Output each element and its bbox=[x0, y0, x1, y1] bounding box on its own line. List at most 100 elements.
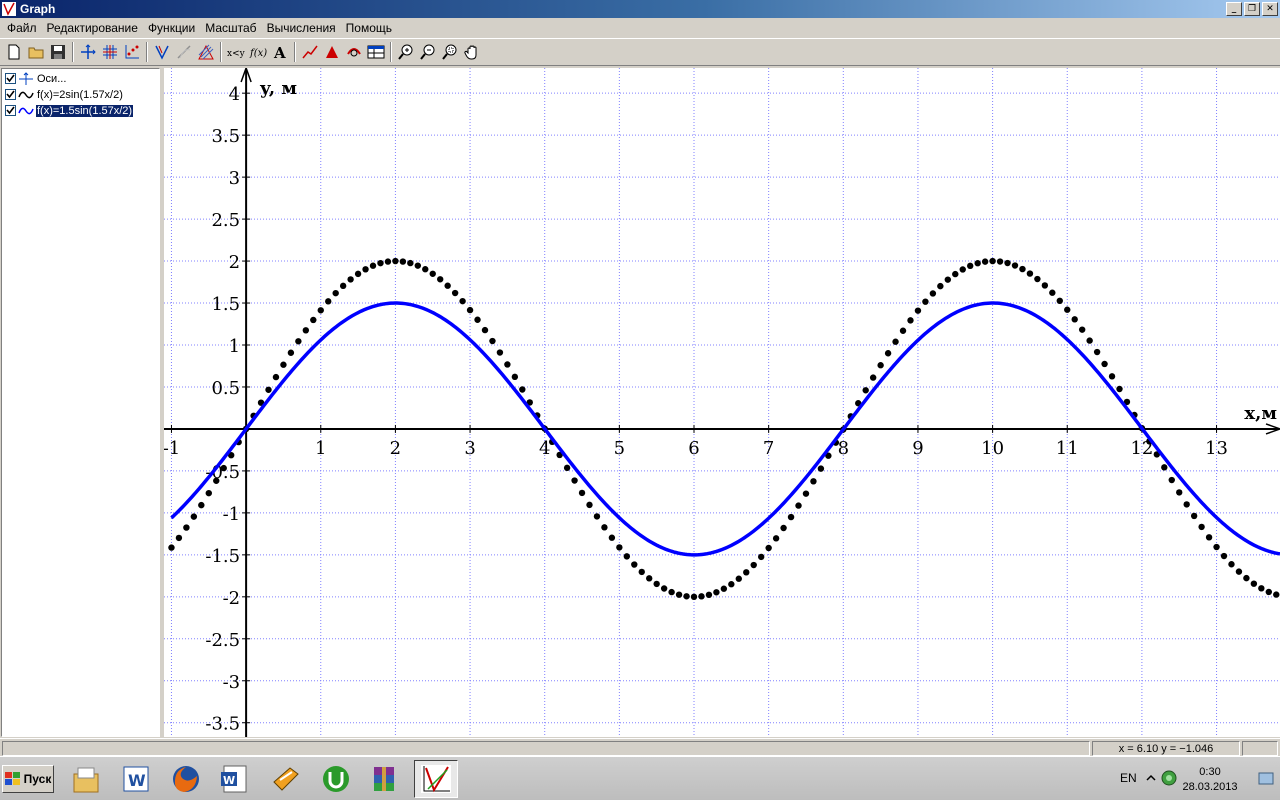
taskbar-graph[interactable] bbox=[414, 760, 458, 798]
tangent-icon[interactable] bbox=[173, 41, 195, 63]
x-tick-label: 10 bbox=[981, 438, 1004, 459]
plot-svg: -1 1 2 3 4 5 6 7 8 9 10 11 12 1343.532.521.510.5-0.5-… bbox=[164, 68, 1280, 737]
x-tick-label: 7 bbox=[763, 438, 774, 459]
chevron-up-icon[interactable] bbox=[1146, 773, 1156, 783]
title-bar: Graph _ ❐ ✕ bbox=[0, 0, 1280, 18]
series-point-1 bbox=[720, 585, 728, 592]
axes-icon[interactable] bbox=[77, 41, 99, 63]
series-point-1 bbox=[914, 307, 922, 314]
open-icon[interactable] bbox=[25, 41, 47, 63]
zoom-in-icon[interactable] bbox=[395, 41, 417, 63]
series-point-1 bbox=[429, 270, 436, 277]
x-tick-label: 9 bbox=[912, 438, 923, 459]
series-point-1 bbox=[519, 386, 526, 393]
evaluate-icon[interactable] bbox=[343, 41, 365, 63]
show-desktop-icon[interactable] bbox=[1258, 771, 1274, 787]
menu-file[interactable]: Файл bbox=[2, 21, 42, 35]
menu-functions[interactable]: Функции bbox=[143, 21, 200, 35]
minimize-button[interactable]: _ bbox=[1226, 2, 1242, 16]
svg-text:W: W bbox=[128, 771, 146, 790]
toolbar-separator bbox=[146, 42, 148, 62]
series-point-1 bbox=[1273, 591, 1280, 598]
checkbox-function-2[interactable] bbox=[5, 105, 16, 116]
trendline-icon[interactable] bbox=[299, 41, 321, 63]
series-point-1 bbox=[489, 337, 496, 345]
series-point-1 bbox=[907, 317, 914, 324]
taskbar-firefox[interactable] bbox=[164, 760, 208, 798]
taskbar-word[interactable]: W bbox=[114, 760, 158, 798]
clock[interactable]: 0:30 28.03.2013 bbox=[1170, 765, 1250, 795]
series-point-1 bbox=[1228, 561, 1235, 568]
toolbar-separator bbox=[220, 42, 222, 62]
language-indicator[interactable]: EN bbox=[1120, 771, 1137, 785]
series-point-1 bbox=[608, 534, 616, 541]
function-icon[interactable] bbox=[151, 41, 173, 63]
menu-calculate[interactable]: Вычисления bbox=[262, 21, 341, 35]
series-point-1 bbox=[1265, 588, 1273, 596]
system-tray: EN 0:30 28.03.2013 bbox=[1110, 757, 1280, 800]
tree-item-function-1[interactable]: f(x)=2sin(1.57x/2) bbox=[5, 87, 124, 102]
graph-icon bbox=[421, 765, 451, 793]
word-icon: W bbox=[123, 766, 149, 792]
series-point-1 bbox=[631, 561, 638, 568]
relation-icon[interactable]: x<y bbox=[225, 41, 247, 63]
toolbar-separator bbox=[390, 42, 392, 62]
zoom-window-icon[interactable] bbox=[439, 41, 461, 63]
menu-help[interactable]: Помощь bbox=[341, 21, 397, 35]
series-point-1 bbox=[1116, 385, 1123, 393]
series-point-1 bbox=[795, 502, 802, 509]
curve-icon bbox=[18, 107, 34, 114]
series-point-1 bbox=[780, 524, 787, 532]
tree-item-label: Оси... bbox=[37, 72, 67, 85]
series-point-1 bbox=[481, 326, 489, 334]
series-point-1 bbox=[1071, 316, 1078, 323]
series-point-1 bbox=[638, 568, 645, 576]
series-point-1 bbox=[1086, 337, 1093, 344]
grid-icon[interactable] bbox=[99, 41, 121, 63]
tree-item-axes[interactable]: Оси... bbox=[5, 71, 67, 86]
series-point-1 bbox=[1093, 348, 1101, 356]
start-button[interactable]: Пуск bbox=[2, 765, 54, 793]
close-button[interactable]: ✕ bbox=[1262, 2, 1278, 16]
series-point-1 bbox=[280, 361, 287, 368]
taskbar-word-doc[interactable]: W bbox=[212, 760, 256, 798]
menu-zoom[interactable]: Масштаб bbox=[200, 21, 261, 35]
series-point-1 bbox=[339, 282, 347, 290]
shading-icon[interactable] bbox=[195, 41, 217, 63]
series-point-1 bbox=[996, 258, 1004, 265]
taskbar-explorer[interactable] bbox=[64, 760, 108, 798]
taskbar-winamp[interactable] bbox=[264, 760, 308, 798]
y-tick-label: 3.5 bbox=[211, 126, 240, 147]
taskbar-utorrent[interactable] bbox=[314, 760, 358, 798]
menu-edit[interactable]: Редактирование bbox=[42, 21, 143, 35]
checkbox-axes[interactable] bbox=[5, 73, 16, 84]
graph-area[interactable]: -1 1 2 3 4 5 6 7 8 9 10 11 12 13 4 3.5 3 2.5 2 1.5 1 0.5 -0.5-… bbox=[164, 68, 1280, 737]
y-tick-label: -3 bbox=[223, 672, 241, 693]
series-point-1 bbox=[377, 259, 384, 267]
pan-icon[interactable] bbox=[461, 41, 483, 63]
checkbox-function-1[interactable] bbox=[5, 89, 16, 100]
custom-function-icon[interactable]: f(x) bbox=[247, 41, 269, 63]
toolbar-separator bbox=[294, 42, 296, 62]
svg-text:W: W bbox=[223, 774, 235, 787]
series-point-1 bbox=[981, 258, 989, 265]
series-point-1 bbox=[392, 257, 399, 265]
restore-button[interactable]: ❐ bbox=[1244, 2, 1260, 16]
area-icon[interactable] bbox=[321, 41, 343, 63]
series-point-1 bbox=[168, 544, 175, 551]
series-point-1 bbox=[310, 316, 317, 324]
series-point-1 bbox=[646, 575, 653, 582]
series-point-1 bbox=[213, 477, 220, 484]
status-panel-main bbox=[2, 741, 1090, 756]
table-icon[interactable] bbox=[365, 41, 387, 63]
series-point-1 bbox=[757, 553, 765, 561]
zoom-out-icon[interactable] bbox=[417, 41, 439, 63]
label-icon[interactable]: A bbox=[269, 41, 291, 63]
point-series-icon[interactable] bbox=[121, 41, 143, 63]
x-tick-label: 13 bbox=[1205, 438, 1228, 459]
new-icon[interactable] bbox=[3, 41, 25, 63]
taskbar-winrar[interactable] bbox=[362, 760, 406, 798]
tree-item-function-2[interactable]: f(x)=1.5sin(1.57x/2) bbox=[5, 103, 135, 118]
save-icon[interactable] bbox=[47, 41, 69, 63]
series-point-1 bbox=[660, 585, 668, 592]
